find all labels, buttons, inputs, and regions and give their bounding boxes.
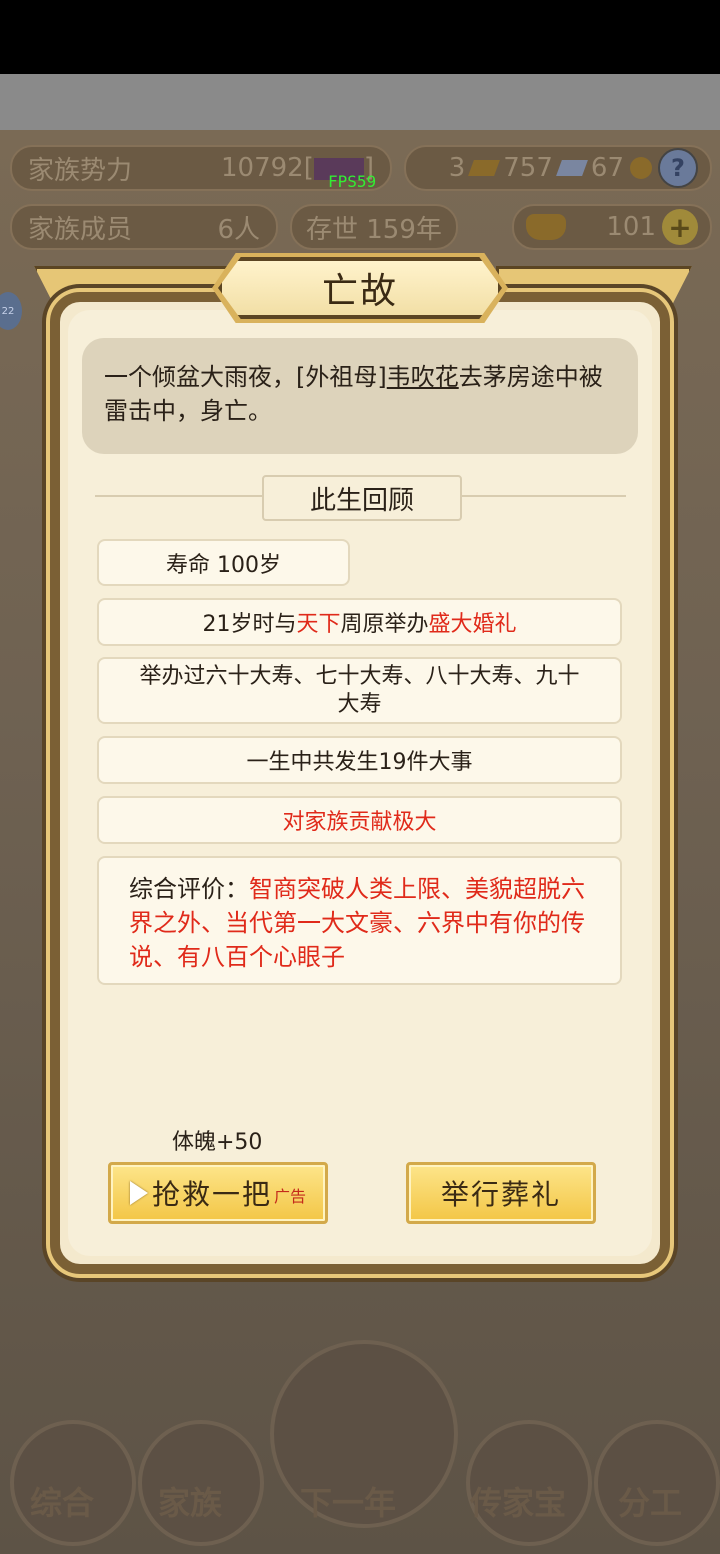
review-divider-right xyxy=(456,495,626,497)
resource-a: 3 xyxy=(448,153,466,183)
members-label: 家族成员 xyxy=(28,214,133,245)
major-events-row: 一生中共发生19件大事 xyxy=(97,736,622,784)
summary-label: 综合评价： xyxy=(129,875,249,903)
top-bar xyxy=(0,74,720,130)
resource-b: 757 xyxy=(503,153,553,183)
birthdays-row: 举办过六十大寿、七十大寿、八十大寿、九十大寿 xyxy=(97,657,622,724)
nav-next-year[interactable]: 下一年 xyxy=(300,1478,396,1524)
marriage-row: 21岁时与天下周原举办盛大婚礼 xyxy=(97,598,622,646)
nav-comprehensive[interactable]: 综合 xyxy=(30,1478,94,1524)
clan-power-value: 10792[ xyxy=(220,153,314,183)
members-value: 6人 xyxy=(217,214,260,245)
gold-bar-icon xyxy=(468,160,501,176)
funeral-button[interactable]: 举行葬礼 xyxy=(406,1162,596,1224)
marriage-part1: 21岁时与 xyxy=(202,612,297,637)
review-divider-left xyxy=(95,495,265,497)
years-panel: 存世 159年 xyxy=(290,204,458,250)
resources-panel: 3 757 67 ? xyxy=(404,145,712,191)
marriage-place: 天下 xyxy=(296,612,341,637)
silver-bar-icon xyxy=(555,160,588,176)
nav-division[interactable]: 分工 xyxy=(618,1478,682,1524)
status-bar xyxy=(0,0,720,74)
funeral-button-label: 举行葬礼 xyxy=(440,1178,561,1211)
years-text: 存世 159年 xyxy=(306,214,442,245)
review-heading: 此生回顾 xyxy=(262,475,462,521)
marriage-event: 盛大婚礼 xyxy=(428,612,517,637)
gold-value: 101 xyxy=(606,212,656,242)
marriage-part2: 周原举办 xyxy=(340,612,429,637)
dialog-title: 亡故 xyxy=(321,271,398,312)
contribution-text: 对家族贡献极大 xyxy=(282,810,437,835)
nav-family[interactable]: 家族 xyxy=(158,1478,222,1524)
title-plate: 亡故 xyxy=(218,257,502,319)
lifespan-row: 寿命 100岁 xyxy=(97,539,350,586)
nav-heirloom[interactable]: 传家宝 xyxy=(470,1478,566,1524)
resource-c: 67 xyxy=(590,153,624,183)
major-events-text: 一生中共发生19件大事 xyxy=(246,750,473,775)
death-event-box: 一个倾盆大雨夜，[外祖母]韦吹花去茅房途中被雷击中，身亡。 xyxy=(82,338,638,454)
coin-icon xyxy=(630,157,652,179)
play-icon xyxy=(129,1181,148,1205)
rescue-button[interactable]: 抢救一把 广告 xyxy=(108,1162,328,1224)
lifespan-text: 寿命 100岁 xyxy=(166,552,281,578)
summary-box: 综合评价：智商突破人类上限、美貌超脱六界之外、当代第一大文豪、六界中有你的传说、… xyxy=(97,856,622,985)
review-title: 此生回顾 xyxy=(309,485,414,516)
ad-tag: 广告 xyxy=(274,1187,307,1206)
birthdays-text: 举办过六十大寿、七十大寿、八十大寿、九十大寿 xyxy=(139,663,580,717)
contribution-row: 对家族贡献极大 xyxy=(97,796,622,844)
add-gold-icon[interactable]: + xyxy=(662,209,698,245)
gold-panel: 101 + xyxy=(512,204,712,250)
event-prefix: 一个倾盆大雨夜，[外祖母] xyxy=(104,363,387,391)
clan-power-label: 家族势力 xyxy=(28,155,133,186)
event-character-name[interactable]: 韦吹花 xyxy=(387,363,459,391)
ingot-icon xyxy=(526,214,566,240)
fps-counter: FPS59 xyxy=(328,172,377,191)
rescue-button-label: 抢救一把 xyxy=(151,1178,272,1211)
members-panel: 家族成员 6人 xyxy=(10,204,278,250)
help-icon[interactable]: ? xyxy=(658,148,698,188)
reward-text: 体魄+50 xyxy=(172,1130,263,1155)
